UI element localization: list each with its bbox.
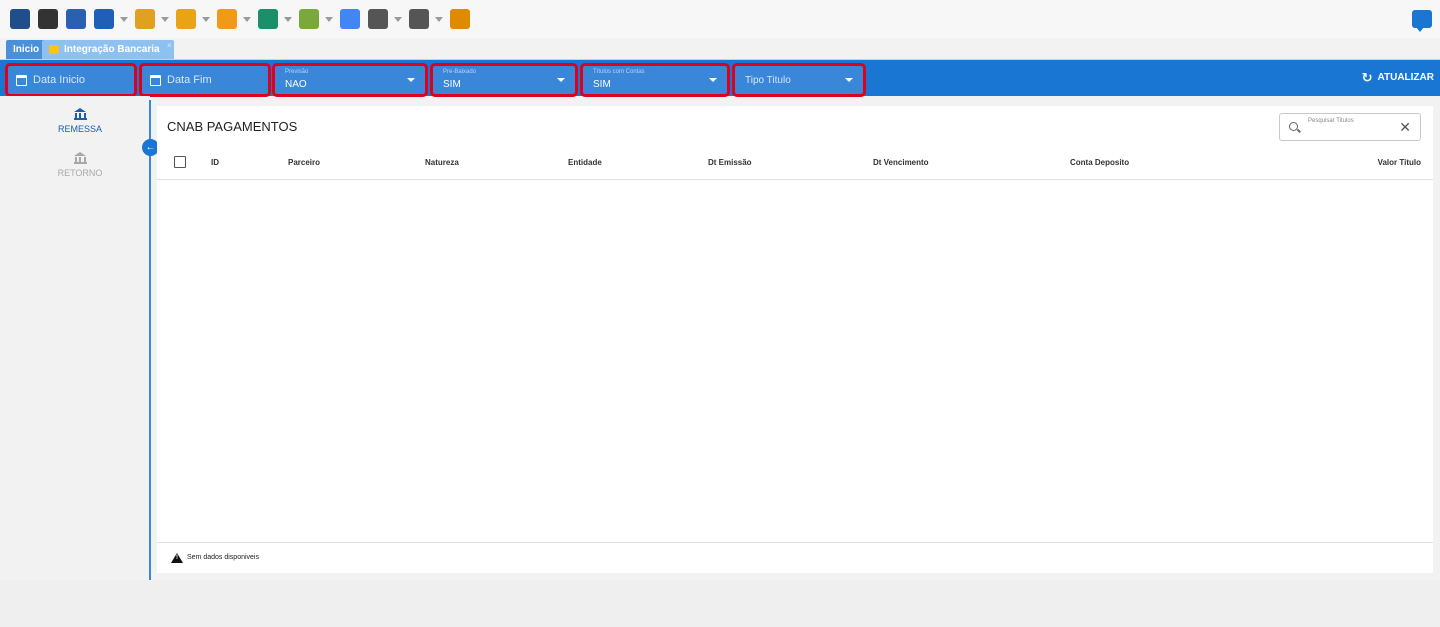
tab-bar: Inicio Integração Bancaria × [0,38,1440,60]
mail-tray-icon [409,9,429,29]
pre-baixado-select[interactable]: Pre-Baixado SIM [430,63,578,97]
barcode-toolbar-button[interactable] [38,8,58,30]
previsao-select[interactable]: Previsão NAO [272,63,428,97]
bi-report-icon [66,9,86,29]
atualizar-label: ATUALIZAR [1377,72,1434,83]
handshake-toolbar-button[interactable] [299,8,333,30]
chevron-down-icon [845,78,853,82]
tipo-titulo-placeholder: Tipo Titulo [745,75,791,86]
cart-icon [258,9,278,29]
search-placeholder: Pesquisar Titulos [1308,118,1354,124]
sidebar-item-retorno[interactable]: RETORNO [40,152,120,178]
tab-label: Integração Bancaria [64,44,160,55]
previsao-label: Previsão [285,69,309,75]
chevron-down-icon[interactable] [161,16,169,22]
bank-toolbar-button[interactable] [450,8,470,30]
titulos-com-contas-select[interactable]: Títulos com Contas SIM [580,63,730,97]
chevron-down-icon [407,78,415,82]
column-parceiro[interactable]: Parceiro [288,158,320,167]
column-entidade[interactable]: Entidade [568,158,602,167]
page-bottom [0,580,1440,627]
chevron-down-icon[interactable] [394,16,402,22]
folder-icon [49,45,59,54]
sidebar-divider [149,100,151,580]
previsao-value: NAO [285,79,307,90]
titulos-com-contas-label: Títulos com Contas [593,69,645,75]
pre-baixado-value: SIM [443,79,461,90]
chevron-down-icon[interactable] [120,16,128,22]
filter-bar: Data Inicio Data Fim Previsão NAO Pre-Ba… [0,60,1440,97]
tab-inicio[interactable]: Inicio [6,40,47,59]
column-conta-deposito[interactable]: Conta Deposito [1070,158,1129,167]
column-id[interactable]: ID [211,158,219,167]
bar-chart-toolbar-button[interactable] [176,8,210,30]
sidebar: REMESSA RETORNO [0,96,150,580]
main-card: CNAB PAGAMENTOS Pesquisar Titulos ✕ ID P… [157,106,1433,573]
column-natureza[interactable]: Natureza [425,158,459,167]
barcode-icon [38,9,58,29]
box-icon [217,9,237,29]
calendar-icon [16,74,27,86]
bi-report-toolbar-button[interactable] [66,8,86,30]
clear-icon[interactable]: ✕ [1399,119,1411,136]
chevron-down-icon[interactable] [202,16,210,22]
data-inicio-placeholder: Data Inicio [33,74,85,86]
data-inicio-field[interactable]: Data Inicio [5,63,137,97]
sidebar-item-remessa[interactable]: REMESSA [40,108,120,134]
sidebar-item-label: REMESSA [57,124,102,134]
warning-icon [171,553,183,563]
arrow-left-icon: ← [145,142,156,153]
refresh-icon: ↻ [1361,69,1373,85]
globe-toolbar-button[interactable] [10,8,30,30]
pre-baixado-label: Pre-Baixado [443,69,477,75]
column-valor-titulo[interactable]: Valor Titulo [1378,158,1421,167]
empty-message: Sem dados disponiveis [187,554,259,561]
column-dt-emissao[interactable]: Dt Emissão [708,158,752,167]
settings-icon [94,9,114,29]
cart-toolbar-button[interactable] [258,8,292,30]
close-icon[interactable]: × [167,41,172,50]
handshake-icon [299,9,319,29]
titulos-com-contas-value: SIM [593,79,611,90]
box-toolbar-button[interactable] [217,8,251,30]
google-icon [340,9,360,29]
globe-icon [10,9,30,29]
people-toolbar-button[interactable] [135,8,169,30]
chat-icon[interactable] [1412,10,1432,32]
column-dt-vencimento[interactable]: Dt Vencimento [873,158,929,167]
data-fim-field[interactable]: Data Fim [139,63,271,97]
google-toolbar-button[interactable] [340,8,360,30]
table-header: ID Parceiro Natureza Entidade Dt Emissão… [157,150,1433,180]
table-footer: Sem dados disponiveis [157,542,1433,573]
chevron-down-icon[interactable] [243,16,251,22]
app-toolbar [0,0,1440,38]
bank-icon [450,9,470,29]
chevron-down-icon[interactable] [435,16,443,22]
search-icon [1289,122,1298,131]
mail-tray-icon [368,9,388,29]
atualizar-button[interactable]: ↻ ATUALIZAR [1361,69,1434,85]
people-icon [135,9,155,29]
select-all-checkbox[interactable] [174,156,186,168]
settings-toolbar-button[interactable] [94,8,128,30]
mail-tray-toolbar-button[interactable] [368,8,402,30]
page-title: CNAB PAGAMENTOS [167,119,298,134]
search-input[interactable]: Pesquisar Titulos ✕ [1279,113,1421,141]
chevron-down-icon [557,78,565,82]
chevron-down-icon[interactable] [325,16,333,22]
tipo-titulo-select[interactable]: Tipo Titulo [732,63,866,97]
bank-icon [73,152,87,164]
mail-tray-toolbar-button[interactable] [409,8,443,30]
bank-icon [73,108,87,120]
tab-label: Inicio [13,44,40,55]
data-fim-placeholder: Data Fim [167,74,212,86]
sidebar-item-label: RETORNO [57,168,103,178]
tab-integracao-bancaria[interactable]: Integração Bancaria × [42,40,174,59]
chevron-down-icon [709,78,717,82]
chevron-down-icon[interactable] [284,16,292,22]
bar-chart-icon [176,9,196,29]
calendar-icon [150,74,161,86]
